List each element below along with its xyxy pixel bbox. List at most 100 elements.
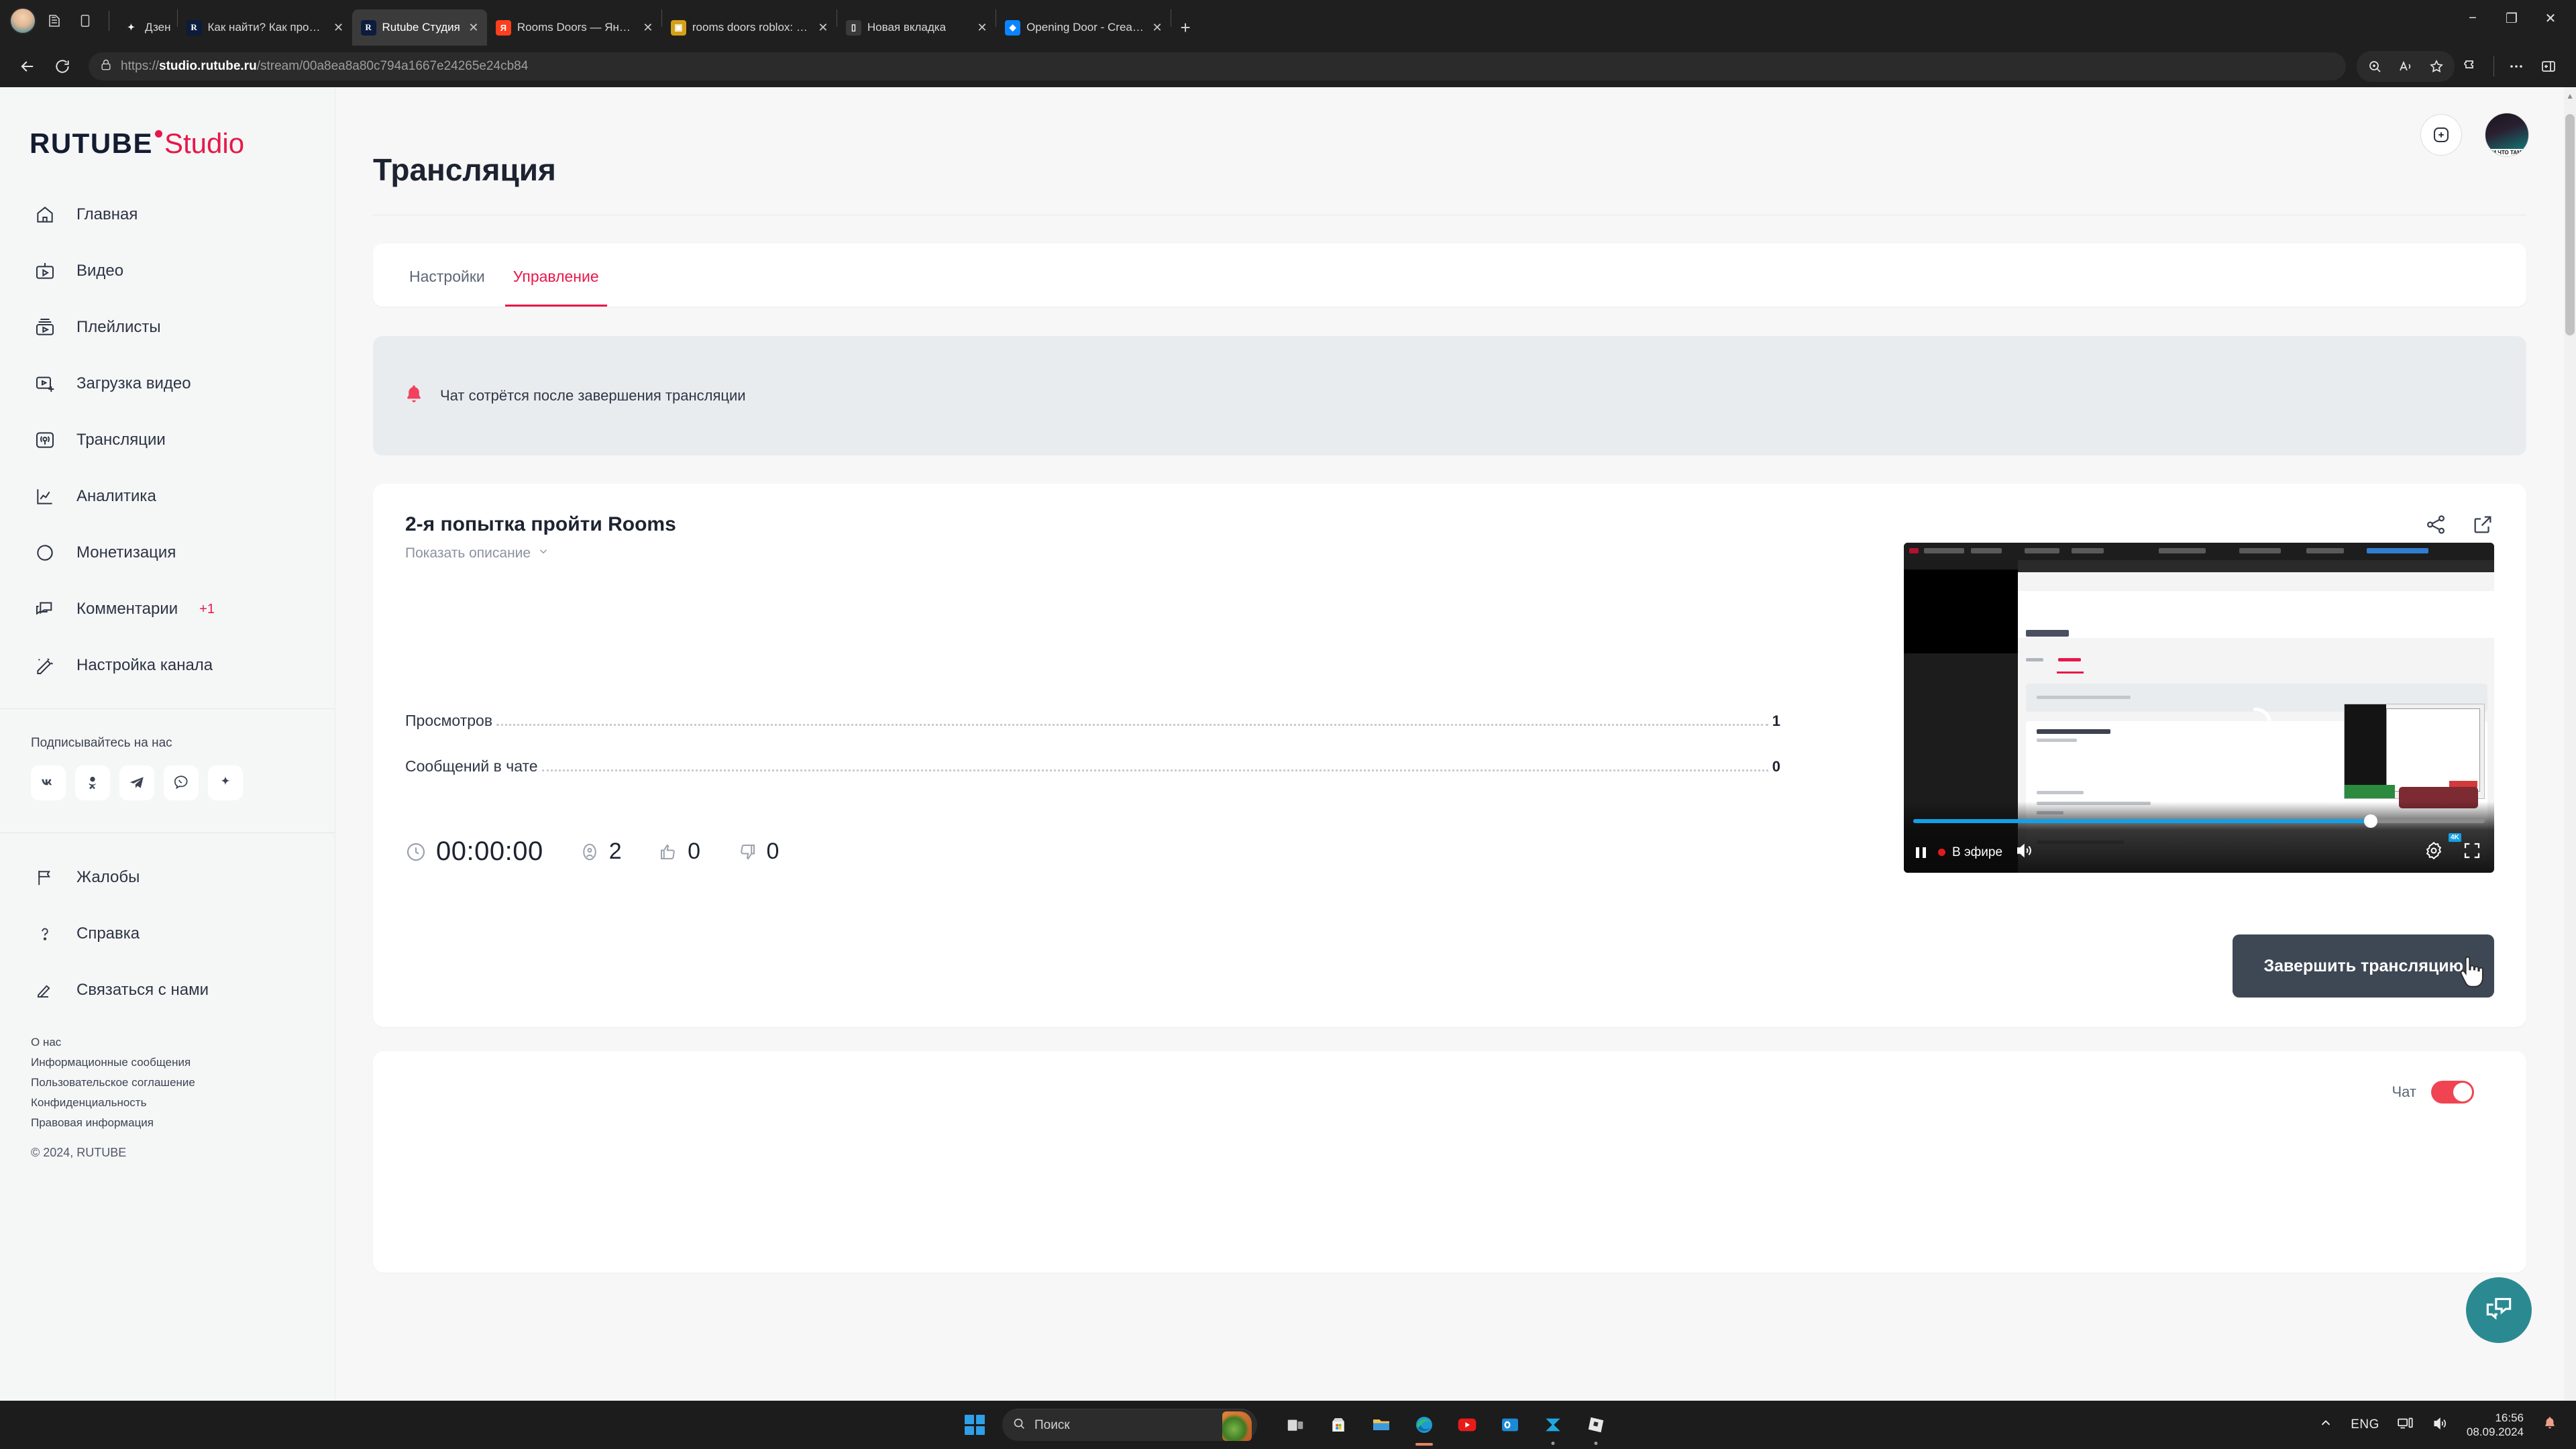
show-description-toggle[interactable]: Показать описание [405, 545, 676, 561]
settings-icon[interactable] [2501, 51, 2532, 82]
sidebar-item-analytics[interactable]: Аналитика [0, 468, 335, 525]
edge-icon[interactable] [1409, 1409, 1440, 1446]
stream-player-preview[interactable]: В эфире 4K [1904, 543, 2494, 873]
zoom-icon[interactable] [2359, 51, 2390, 82]
stat-dislikes[interactable]: 0 [737, 839, 780, 865]
legal-link-user-agreement[interactable]: Пользовательское соглашение [31, 1076, 335, 1089]
player-seekbar[interactable] [1913, 814, 2485, 828]
windows-start-icon[interactable] [965, 1415, 985, 1435]
language-indicator[interactable]: ENG [2351, 1417, 2379, 1432]
sidebar-item-channel-settings[interactable]: Настройка канала [0, 637, 335, 694]
system-tray: ENG 16:56 08.09.2024 [2318, 1411, 2576, 1440]
volume-icon[interactable] [2432, 1415, 2449, 1436]
address-bar[interactable]: https://studio.rutube.ru/stream/00a8ea8a… [89, 52, 2346, 80]
vk-icon[interactable] [31, 765, 66, 800]
bell-icon[interactable] [2541, 1415, 2559, 1436]
legal-link-privacy[interactable]: Конфиденциальность [31, 1096, 335, 1110]
telegram-icon[interactable] [119, 765, 154, 800]
viber-icon[interactable] [164, 765, 199, 800]
youtube-icon[interactable] [1452, 1409, 1483, 1440]
task-view-icon[interactable] [1280, 1409, 1311, 1440]
browser-tab-rutube-studio[interactable]: R Rutube Студия ✕ [352, 9, 487, 46]
extensions-icon[interactable] [2456, 51, 2487, 82]
scrollbar-thumb[interactable] [2565, 114, 2575, 335]
tab-close-icon[interactable]: ✕ [466, 21, 481, 35]
sidebar-item-broadcasts[interactable]: Трансляции [0, 412, 335, 468]
sidebar-item-contact[interactable]: Связаться с нами [0, 962, 335, 1018]
browser-tab-rooms-doors-yandex[interactable]: Я Rooms Doors — Яндекс: нашл ✕ [487, 9, 661, 46]
favorite-icon[interactable] [2421, 51, 2452, 82]
sidebar-item-playlists[interactable]: Плейлисты [0, 299, 335, 356]
metric-value: 1 [1772, 712, 1780, 729]
sidebar-item-video[interactable]: Видео [0, 243, 335, 299]
file-explorer-icon[interactable] [1366, 1409, 1397, 1440]
sidebar-item-help[interactable]: Справка [0, 906, 335, 962]
maximize-button[interactable]: ❐ [2493, 5, 2530, 32]
share-icon[interactable] [2424, 513, 2447, 539]
sidebar-icon[interactable] [2533, 51, 2564, 82]
avatar[interactable]: И ЧТО ТАМ [2485, 113, 2529, 157]
sony-vegas-icon[interactable] [1538, 1409, 1568, 1445]
stat-likes[interactable]: 0 [658, 839, 700, 865]
browser-tab-kak-naiti[interactable]: R Как найти? Как пройти? | The ✕ [178, 9, 352, 46]
back-icon[interactable] [12, 51, 43, 82]
network-icon[interactable] [2397, 1415, 2414, 1436]
stat-duration: 00:00:00 [405, 837, 543, 867]
taskbar-search-input[interactable]: Поиск [1002, 1409, 1257, 1441]
taskbar-clock[interactable]: 16:56 08.09.2024 [2467, 1411, 2524, 1440]
tab-management[interactable]: Управление [504, 268, 607, 307]
pause-icon[interactable] [1916, 847, 1926, 858]
end-broadcast-button[interactable]: Завершить трансляцию [2233, 934, 2494, 998]
browser-tab-new-tab[interactable]: ▯ Новая вкладка ✕ [837, 9, 996, 46]
tab-close-icon[interactable]: ✕ [816, 21, 830, 35]
tab-close-icon[interactable]: ✕ [331, 21, 346, 35]
page-scrollbar[interactable]: ▲ [2564, 87, 2576, 1401]
player-seek-knob[interactable] [2363, 814, 2377, 828]
tab-close-icon[interactable]: ✕ [1150, 21, 1165, 35]
sidebar-item-upload-video[interactable]: Загрузка видео [0, 356, 335, 412]
chevron-up-icon[interactable] [2318, 1416, 2333, 1434]
browser-tab-rooms-doors-roblox[interactable]: ▣ rooms doors roblox: 1 тыс изо ✕ [662, 9, 837, 46]
volume-icon[interactable] [2015, 841, 2035, 864]
microsoft-store-icon[interactable] [1323, 1409, 1354, 1440]
sidebar-item-complaints[interactable]: Жалобы [0, 849, 335, 906]
tab-label: Новая вкладка [867, 21, 947, 34]
clock-date: 08.09.2024 [2466, 1426, 2524, 1438]
vertical-tabs-icon[interactable] [72, 8, 98, 34]
chat-toggle-switch[interactable] [2431, 1081, 2474, 1104]
legal-link-legal-info[interactable]: Правовая информация [31, 1116, 335, 1130]
legal-link-about[interactable]: О нас [31, 1036, 335, 1049]
new-tab-button[interactable]: + [1171, 13, 1199, 42]
sidebar-item-label: Аналитика [76, 487, 156, 505]
browser-tab-opening-door[interactable]: ◆ Opening Door - Creator Store ✕ [996, 9, 1171, 46]
open-external-icon[interactable] [2471, 513, 2494, 539]
tab-close-icon[interactable]: ✕ [641, 21, 655, 35]
plus-icon[interactable] [208, 765, 243, 800]
sidebar-item-monetization[interactable]: Монетизация [0, 525, 335, 581]
tab-collections-icon[interactable] [42, 8, 67, 34]
player-recursive-header [2018, 591, 2494, 638]
sidebar-item-home[interactable]: Главная [0, 186, 335, 243]
settings-gear-icon[interactable]: 4K [2423, 833, 2461, 865]
browser-profile-avatar[interactable] [9, 7, 36, 34]
outlook-icon[interactable] [1495, 1409, 1525, 1440]
rutube-studio-logo[interactable]: RUTUBE Studio [0, 110, 335, 177]
read-aloud-icon[interactable] [2390, 51, 2421, 82]
tab-settings[interactable]: Настройки [401, 268, 493, 307]
analytics-icon [31, 482, 59, 511]
add-video-icon[interactable] [2420, 114, 2462, 156]
close-window-button[interactable]: ✕ [2532, 5, 2569, 32]
reload-icon[interactable] [47, 51, 78, 82]
legal-link-info-messages[interactable]: Информационные сообщения [31, 1056, 335, 1069]
video-icon [31, 257, 59, 285]
sidebar-item-comments[interactable]: Комментарии +1 [0, 581, 335, 637]
scroll-up-arrow-icon[interactable]: ▲ [2566, 91, 2574, 101]
browser-tab-dzen[interactable]: ✦ Дзен [115, 9, 177, 46]
tab-close-icon[interactable]: ✕ [975, 21, 989, 35]
minimize-button[interactable]: − [2454, 5, 2491, 32]
support-chat-fab[interactable] [2466, 1277, 2532, 1343]
ok-icon[interactable] [75, 765, 110, 800]
copyright-text: © 2024, RUTUBE [31, 1146, 127, 1159]
roblox-icon[interactable] [1580, 1409, 1611, 1445]
fullscreen-icon[interactable] [2462, 841, 2482, 864]
